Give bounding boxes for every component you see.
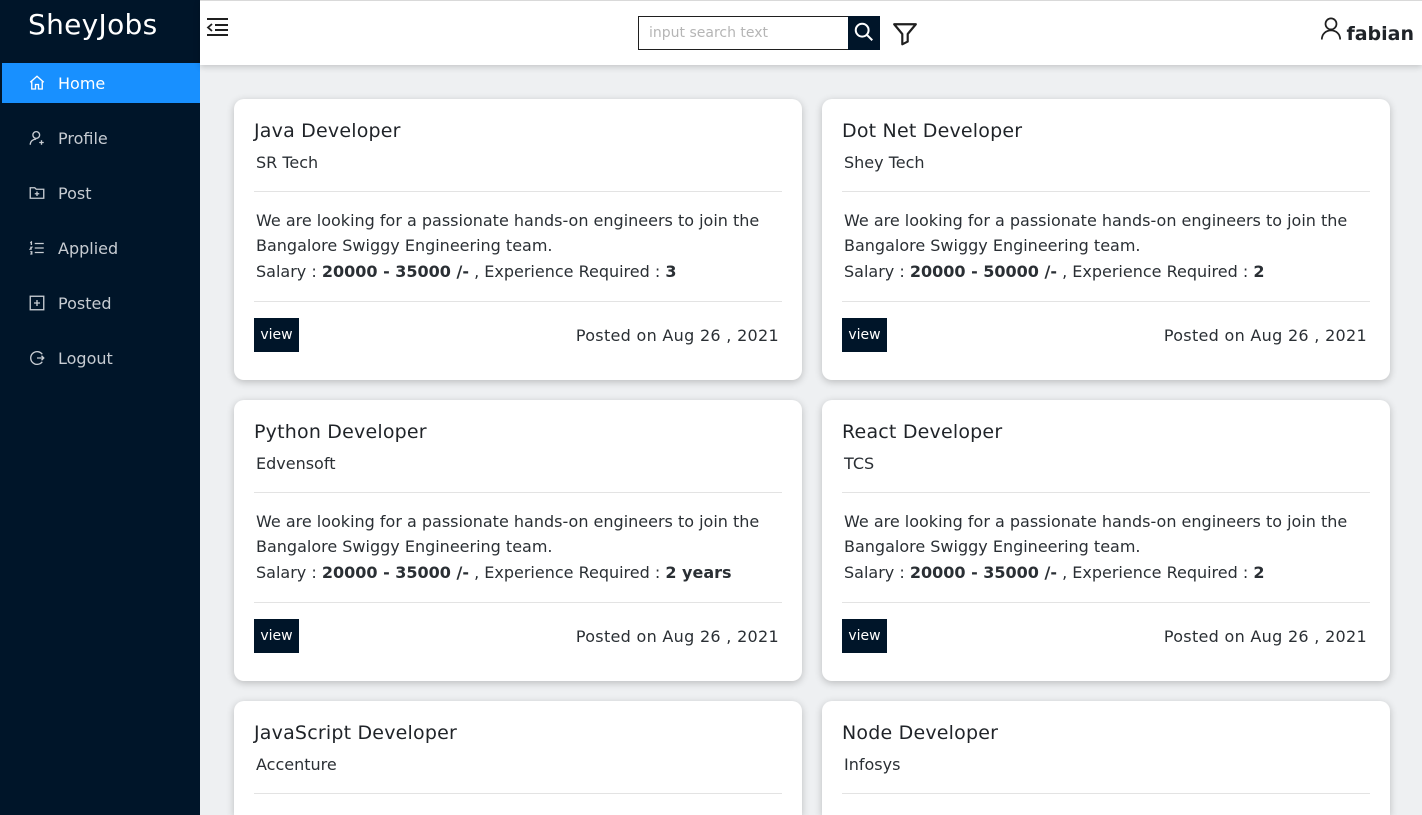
brand-logo: SheyJobs xyxy=(28,8,158,41)
job-description: We are looking for a passionate hands-on… xyxy=(256,211,760,255)
logout-icon xyxy=(28,349,46,367)
posted-date: Posted on Aug 26 , 2021 xyxy=(575,626,779,646)
job-salary: 20000 - 50000 /- xyxy=(909,262,1057,281)
job-experience: 2 years xyxy=(665,563,732,582)
job-experience: 3 xyxy=(665,262,677,281)
top-header: fabian xyxy=(200,0,1422,65)
sidebar-item-logout[interactable]: Logout xyxy=(0,338,200,378)
job-title: Dot Net Developer xyxy=(842,120,1023,142)
card-footer: view Posted on Aug 26 , 2021 xyxy=(254,619,782,653)
job-company: Infosys xyxy=(844,755,901,774)
job-company: SR Tech xyxy=(256,153,319,172)
job-experience: 2 xyxy=(1253,262,1265,281)
job-card: Dot Net Developer Shey Tech We are looki… xyxy=(822,99,1390,380)
view-button[interactable]: view xyxy=(254,318,299,352)
job-title: React Developer xyxy=(842,421,1003,443)
sidebar-item-label: Posted xyxy=(58,293,112,313)
divider xyxy=(254,793,782,794)
card-footer: view Posted on Aug 26 , 2021 xyxy=(842,318,1370,352)
sidebar-item-applied[interactable]: Applied xyxy=(0,228,200,268)
divider xyxy=(254,492,782,493)
user-add-icon xyxy=(28,129,46,147)
job-company: Accenture xyxy=(256,755,337,774)
plus-square-icon xyxy=(28,294,46,312)
search-input[interactable] xyxy=(638,16,848,50)
job-meta: Salary : 20000 - 35000 /- , Experience R… xyxy=(844,563,1265,582)
divider xyxy=(254,602,782,603)
job-meta: Salary : 20000 - 35000 /- , Experience R… xyxy=(256,563,732,582)
job-salary: 20000 - 35000 /- xyxy=(321,262,469,281)
sidebar-item-label: Logout xyxy=(58,348,113,368)
divider xyxy=(842,602,1370,603)
sidebar-item-profile[interactable]: Profile xyxy=(0,118,200,158)
job-title: Python Developer xyxy=(254,421,427,443)
job-title: Node Developer xyxy=(842,722,999,744)
job-title: JavaScript Developer xyxy=(254,722,457,744)
job-card: React Developer TCS We are looking for a… xyxy=(822,400,1390,681)
sidebar-item-home[interactable]: Home xyxy=(2,63,200,103)
job-card: JavaScript Developer Accenture xyxy=(234,701,802,815)
posted-date: Posted on Aug 26 , 2021 xyxy=(1163,325,1367,345)
job-experience: 2 xyxy=(1253,563,1265,582)
divider xyxy=(842,793,1370,794)
sidebar-item-posted[interactable]: Posted xyxy=(0,283,200,323)
filter-icon[interactable] xyxy=(892,21,918,47)
job-title: Java Developer xyxy=(254,120,401,142)
card-footer: view Posted on Aug 26 , 2021 xyxy=(254,318,782,352)
job-company: TCS xyxy=(844,454,875,473)
sidebar-menu: Home Profile Post Applied Posted Logout xyxy=(0,63,200,378)
search-bar xyxy=(638,16,880,50)
divider xyxy=(842,191,1370,192)
job-card: Node Developer Infosys xyxy=(822,701,1390,815)
job-salary: 20000 - 35000 /- xyxy=(321,563,469,582)
view-button[interactable]: view xyxy=(254,619,299,653)
sidebar: SheyJobs Home Profile Post Applied Poste… xyxy=(0,0,200,815)
card-footer: view Posted on Aug 26 , 2021 xyxy=(842,619,1370,653)
sidebar-item-label: Applied xyxy=(58,238,119,258)
search-button[interactable] xyxy=(848,16,880,50)
job-meta: Salary : 20000 - 50000 /- , Experience R… xyxy=(844,262,1265,281)
folder-add-icon xyxy=(28,184,46,202)
user-menu[interactable]: fabian xyxy=(1320,16,1414,45)
sidebar-item-label: Home xyxy=(58,73,106,93)
view-button[interactable]: view xyxy=(842,619,887,653)
job-description: We are looking for a passionate hands-on… xyxy=(844,512,1348,556)
divider xyxy=(254,301,782,302)
divider xyxy=(842,492,1370,493)
search-icon xyxy=(853,21,875,46)
job-salary: 20000 - 35000 /- xyxy=(909,563,1057,582)
job-card: Python Developer Edvensoft We are lookin… xyxy=(234,400,802,681)
sidebar-item-post[interactable]: Post xyxy=(0,173,200,213)
divider xyxy=(842,301,1370,302)
sidebar-item-label: Profile xyxy=(58,128,108,148)
menu-fold-icon[interactable] xyxy=(204,15,230,39)
job-company: Shey Tech xyxy=(844,153,925,172)
job-description: We are looking for a passionate hands-on… xyxy=(256,512,760,556)
home-icon xyxy=(28,74,46,92)
view-button[interactable]: view xyxy=(842,318,887,352)
job-meta: Salary : 20000 - 35000 /- , Experience R… xyxy=(256,262,677,281)
ordered-list-icon xyxy=(28,239,46,257)
job-card: Java Developer SR Tech We are looking fo… xyxy=(234,99,802,380)
user-name: fabian xyxy=(1346,23,1414,45)
posted-date: Posted on Aug 26 , 2021 xyxy=(575,325,779,345)
divider xyxy=(254,191,782,192)
user-icon xyxy=(1320,16,1342,45)
posted-date: Posted on Aug 26 , 2021 xyxy=(1163,626,1367,646)
sidebar-item-label: Post xyxy=(58,183,92,203)
job-description: We are looking for a passionate hands-on… xyxy=(844,211,1348,255)
job-company: Edvensoft xyxy=(256,454,336,473)
